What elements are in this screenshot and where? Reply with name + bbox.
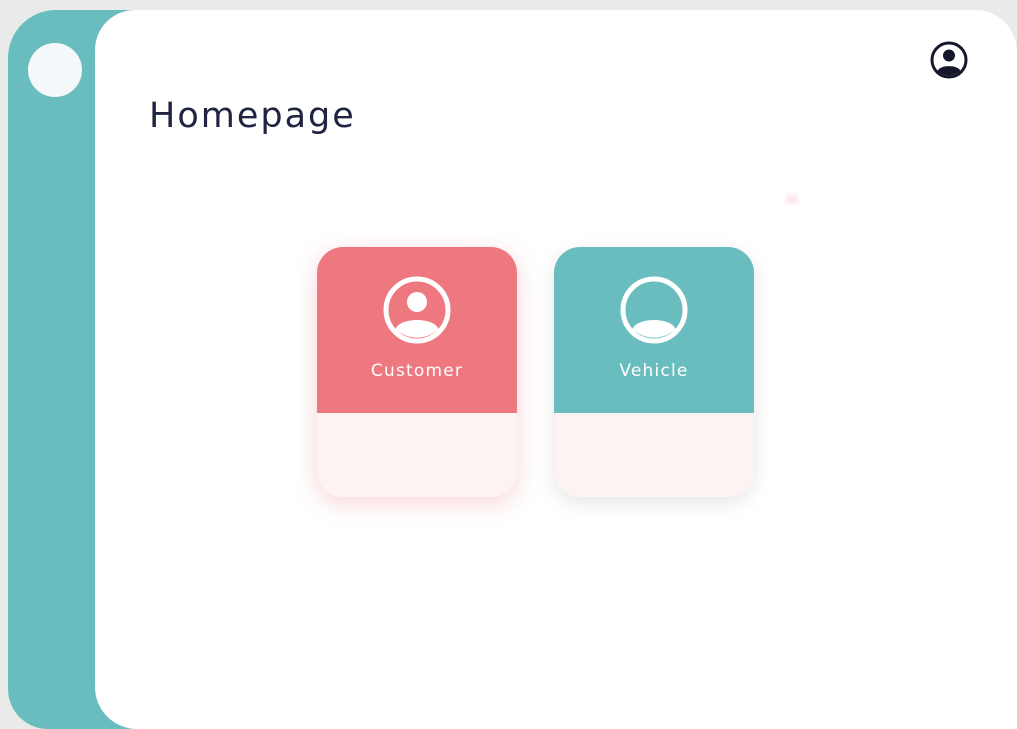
user-circle-icon bbox=[929, 40, 969, 80]
decorative-dot bbox=[785, 194, 799, 204]
sidebar-avatar-dot[interactable] bbox=[28, 43, 82, 97]
user-circle-icon bbox=[382, 275, 452, 345]
customer-card[interactable]: Customer bbox=[317, 247, 517, 497]
vehicle-card-footer bbox=[554, 413, 754, 497]
customer-card-label: Customer bbox=[370, 361, 464, 381]
vehicle-card[interactable]: Vehicle bbox=[554, 247, 754, 497]
app-frame: Homepage Customer Vehicle bbox=[8, 10, 1017, 729]
customer-card-header: Customer bbox=[317, 247, 517, 413]
vehicle-card-label: Vehicle bbox=[619, 361, 689, 381]
customer-card-footer bbox=[317, 413, 517, 497]
profile-button[interactable] bbox=[929, 40, 969, 80]
main-panel: Homepage Customer Vehicle bbox=[95, 10, 1017, 729]
page-title: Homepage bbox=[149, 96, 356, 136]
vehicle-circle-icon bbox=[619, 275, 689, 345]
vehicle-card-header: Vehicle bbox=[554, 247, 754, 413]
